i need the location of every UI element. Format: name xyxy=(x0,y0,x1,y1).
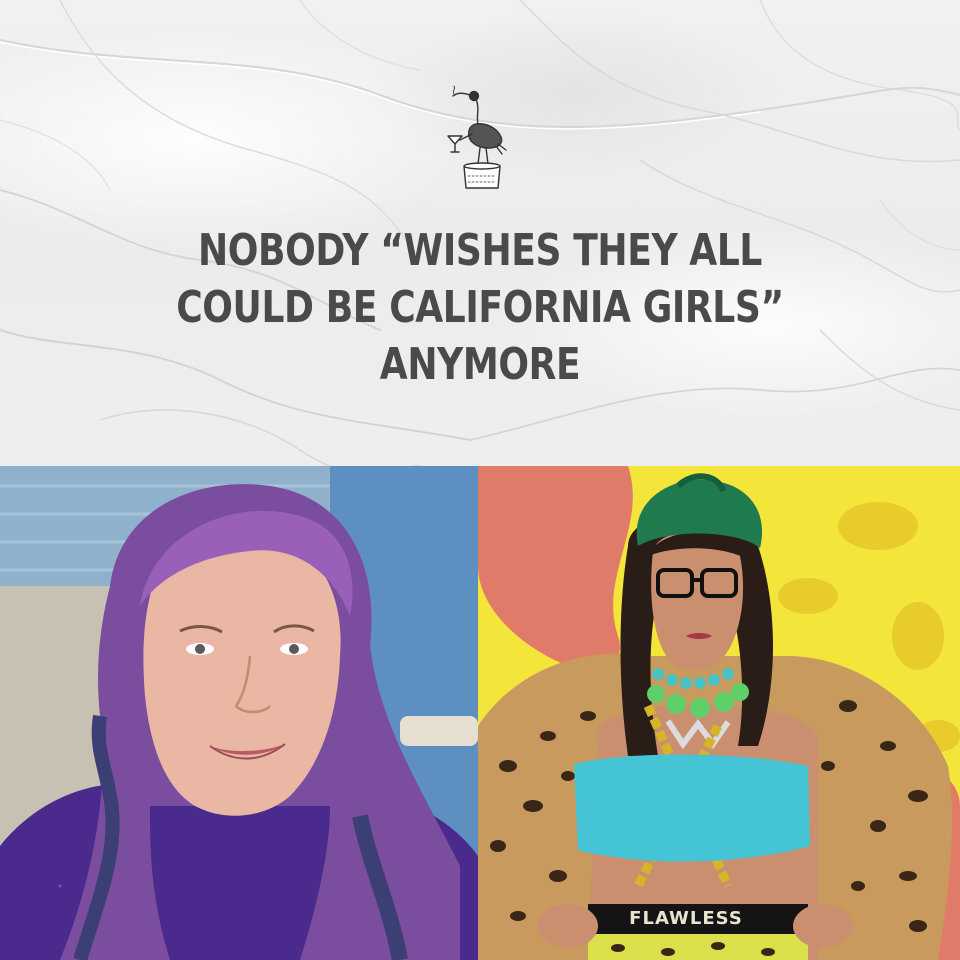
left-portrait-illustration xyxy=(0,466,478,960)
ibis-bird-with-cocktail-icon xyxy=(447,85,507,189)
right-portrait-photo: FLAWLESS xyxy=(478,466,960,960)
right-portrait-illustration xyxy=(478,466,960,960)
meme-image: NOBODY “WISHES THEY ALL COULD BE CALIFOR… xyxy=(0,0,960,960)
left-portrait-photo xyxy=(0,466,478,960)
crumpled-paper-banner: NOBODY “WISHES THEY ALL COULD BE CALIFOR… xyxy=(0,0,960,466)
headline: NOBODY “WISHES THEY ALL COULD BE CALIFOR… xyxy=(86,222,873,393)
headline-line-1: NOBODY “WISHES THEY ALL xyxy=(198,225,762,276)
headline-line-2: COULD BE CALIFORNIA GIRLS” xyxy=(176,282,784,333)
belt-text: FLAWLESS xyxy=(629,908,743,929)
headline-line-3: ANYMORE xyxy=(379,339,581,390)
